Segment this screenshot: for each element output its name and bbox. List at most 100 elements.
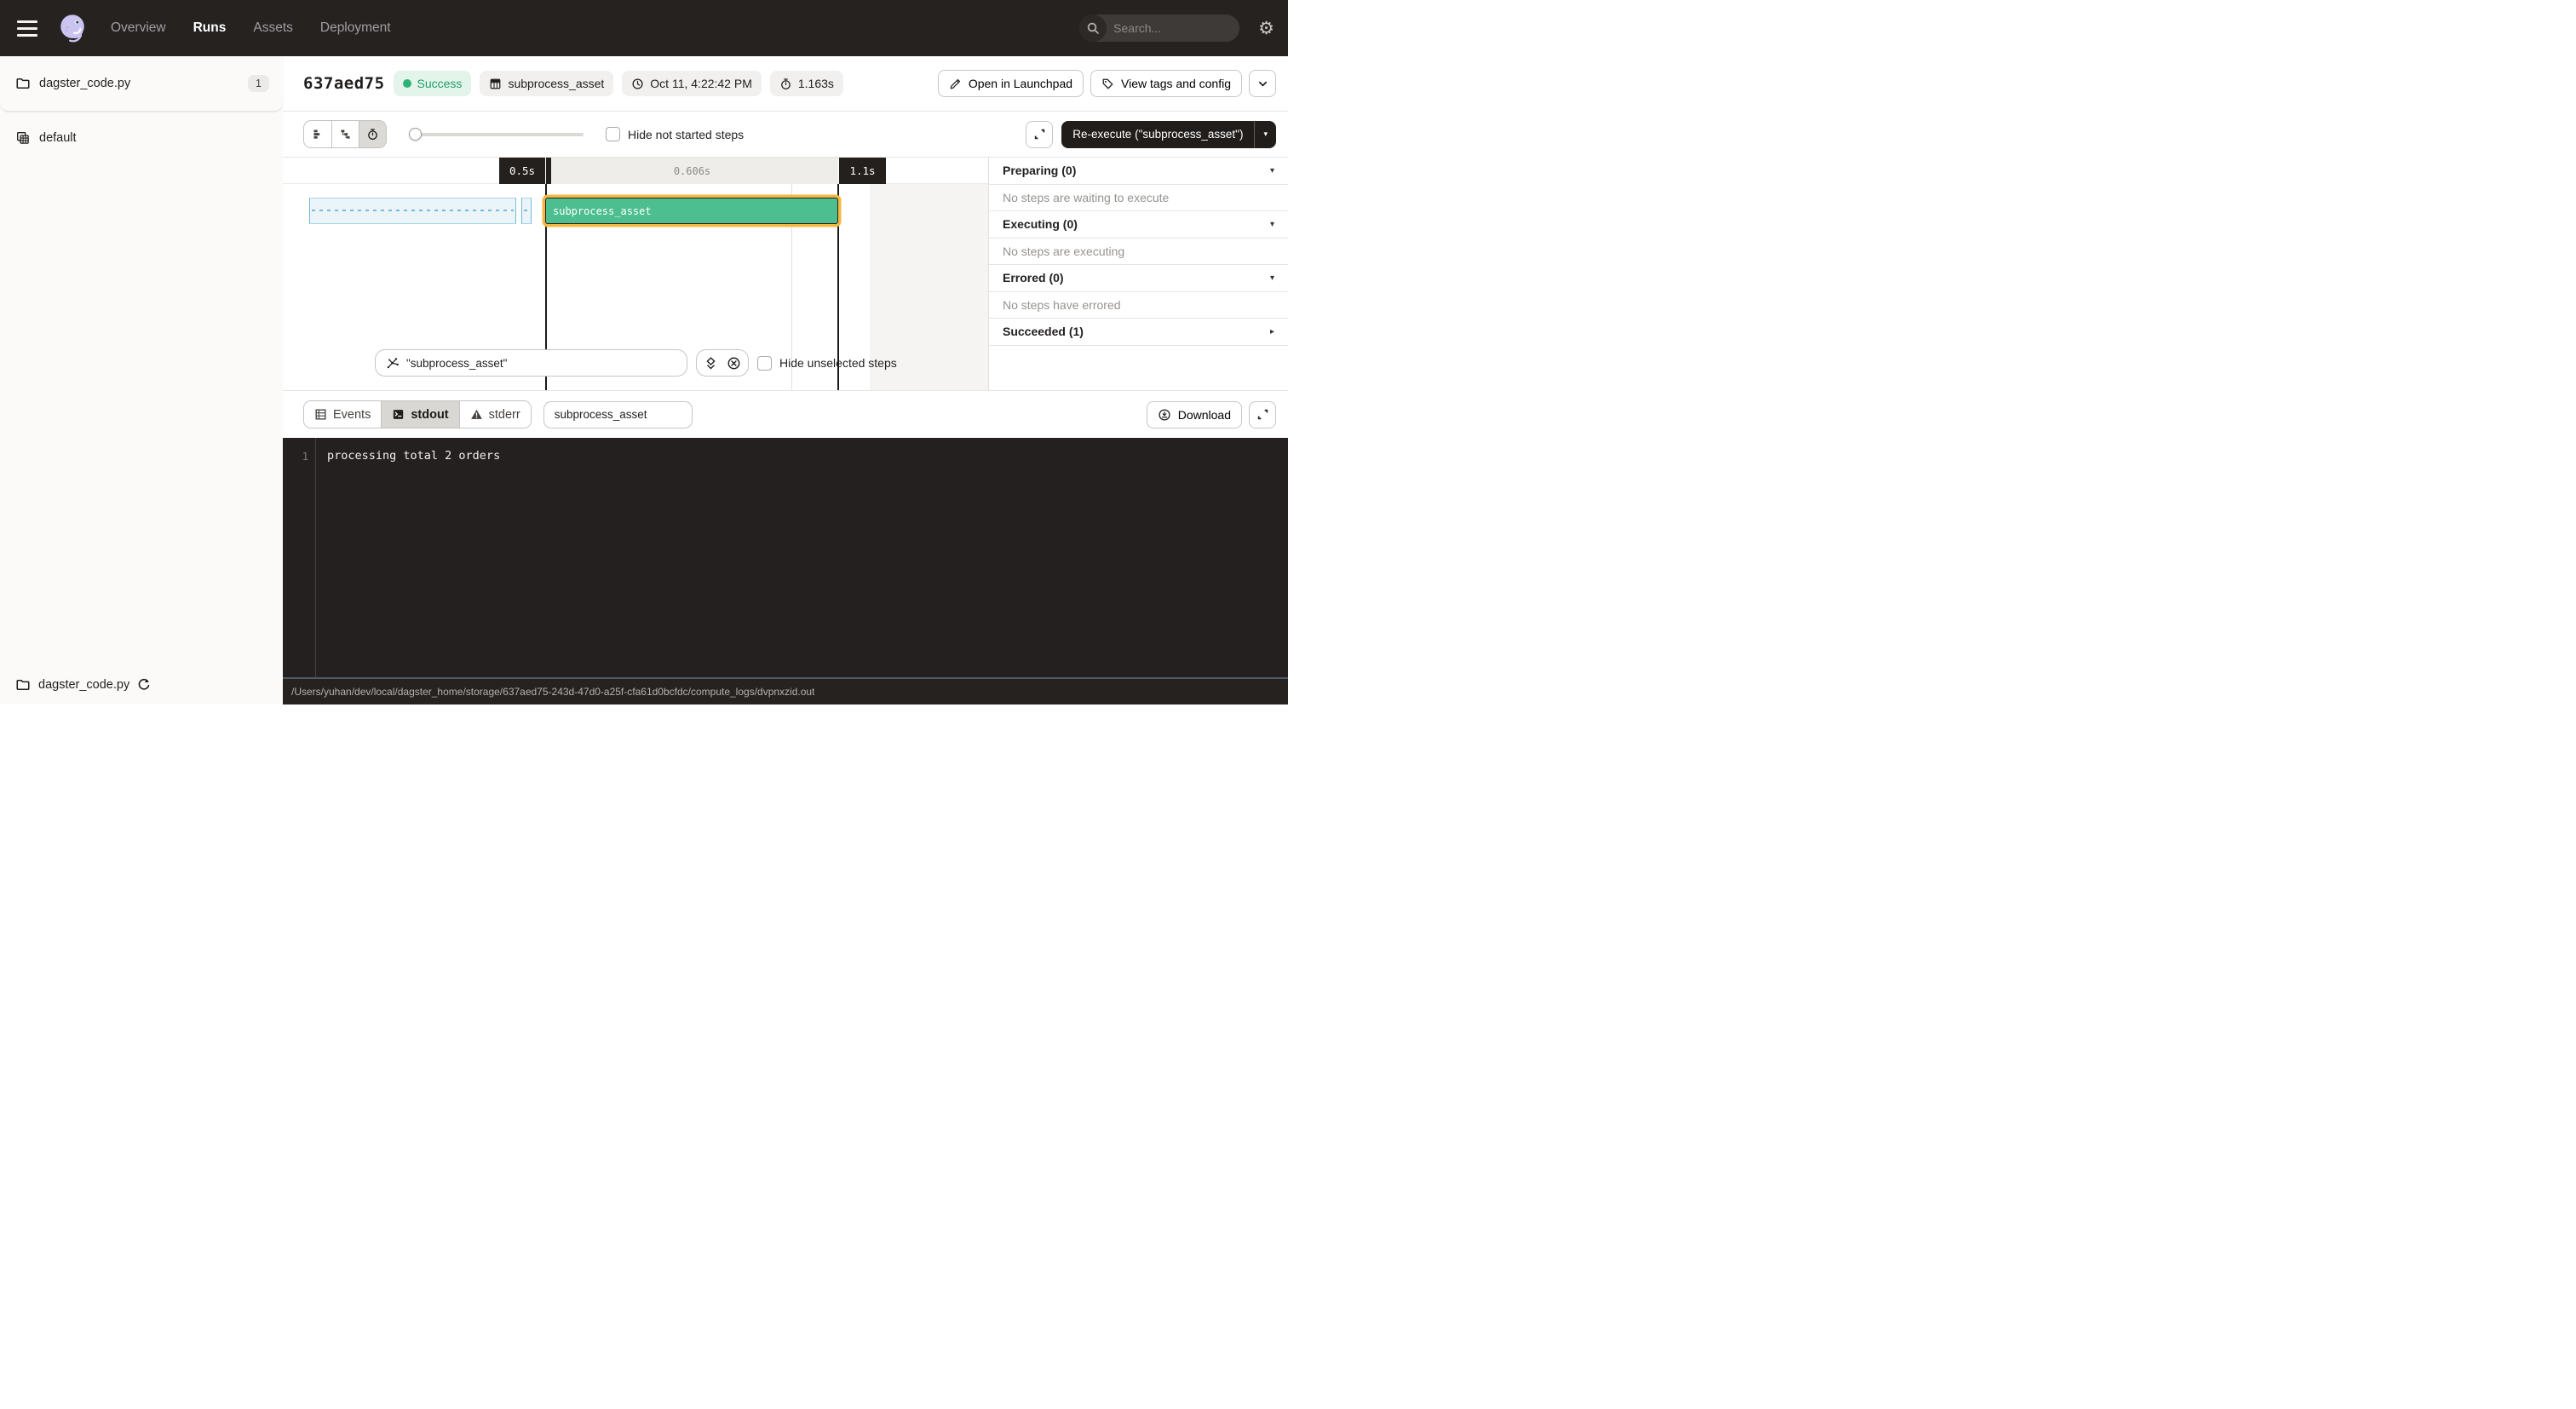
waterfall-view-icon xyxy=(339,128,352,141)
status-empty-executing: No steps are executing xyxy=(989,239,1288,266)
step-bar-subprocess-asset[interactable]: subprocess_asset xyxy=(545,198,838,224)
nav-item-runs[interactable]: Runs xyxy=(193,20,227,36)
header-more-button[interactable] xyxy=(1249,70,1276,97)
clear-filter-icon[interactable] xyxy=(727,356,741,371)
gantt-chart: 0.606s 0.5s 1.1s subprocess_asset xyxy=(283,158,988,390)
op-selector-icon xyxy=(386,356,400,370)
log-fullscreen-button[interactable] xyxy=(1249,401,1276,428)
gantt-toolbar: Hide not started steps Re-execute ("subp… xyxy=(283,112,1288,158)
step-filter-query: "subprocess_asset" xyxy=(406,357,507,370)
sidebar-repo-item[interactable]: dagster_code.py 1 xyxy=(0,56,283,112)
hide-unselected-checkbox-row[interactable]: Hide unselected steps xyxy=(757,356,897,371)
slider-track xyxy=(409,133,584,136)
hide-not-started-checkbox-row[interactable]: Hide not started steps xyxy=(606,127,744,141)
log-step-select[interactable]: subprocess_asset xyxy=(543,401,693,428)
folder-icon xyxy=(15,677,31,693)
selected-duration-band: 0.606s xyxy=(546,158,838,184)
tab-stdout[interactable]: stdout xyxy=(381,401,458,428)
log-file-path: /Users/yuhan/dev/local/dagster_home/stor… xyxy=(291,686,814,698)
duration-chip: 1.163s xyxy=(770,71,843,96)
tick-label-left: 0.5s xyxy=(499,158,545,184)
sidebar-footer: dagster_code.py xyxy=(0,665,283,704)
hide-not-started-label: Hide not started steps xyxy=(628,128,744,141)
download-icon xyxy=(1158,408,1171,422)
repo-count-badge: 1 xyxy=(248,75,269,92)
tab-stderr[interactable]: stderr xyxy=(459,401,531,428)
sidebar: dagster_code.py 1 default dagster_code.p… xyxy=(0,56,283,704)
job-icon xyxy=(15,130,31,146)
hide-unselected-checkbox[interactable] xyxy=(757,356,772,371)
step-status-panel: Preparing (0)▾ No steps are waiting to e… xyxy=(988,158,1288,390)
reexecute-button[interactable]: Re-execute ("subprocess_asset") xyxy=(1061,121,1254,148)
caret-down-icon: ▾ xyxy=(1270,220,1274,229)
log-output[interactable]: 1 processing total 2 orders xyxy=(283,438,1288,677)
gear-icon[interactable]: ⚙ xyxy=(1258,20,1274,37)
asset-tag-chip[interactable]: subprocess_asset xyxy=(480,71,613,96)
flat-view-button[interactable] xyxy=(304,121,331,147)
graph-traversal-icon[interactable] xyxy=(704,356,718,371)
caret-down-icon: ▾ xyxy=(1270,166,1274,175)
filter-buttons xyxy=(696,349,749,377)
preparing-phase-bar xyxy=(309,198,516,224)
slider-knob[interactable] xyxy=(409,128,422,141)
step-filter-row: "subprocess_asset" Hide unselected steps xyxy=(375,349,897,377)
log-line-number: 1 xyxy=(283,451,308,463)
tick-label-right: 1.1s xyxy=(839,158,886,184)
waterfall-view-button[interactable] xyxy=(331,121,359,147)
clipped-tick xyxy=(546,158,551,184)
expand-icon xyxy=(1033,128,1046,141)
repo-name: dagster_code.py xyxy=(39,77,130,90)
nav-item-assets[interactable]: Assets xyxy=(253,20,293,36)
refresh-icon[interactable] xyxy=(137,678,151,692)
sidebar-job-default[interactable]: default xyxy=(0,125,283,151)
search-icon xyxy=(1079,14,1107,42)
hide-not-started-checkbox[interactable] xyxy=(606,127,620,141)
flat-view-icon xyxy=(312,128,325,141)
stopwatch-icon xyxy=(779,78,792,90)
dagster-logo-icon[interactable] xyxy=(56,12,89,44)
footer-file-name: dagster_code.py xyxy=(38,678,129,692)
caret-right-icon: ▸ xyxy=(1270,327,1274,336)
download-button[interactable]: Download xyxy=(1147,401,1242,428)
reexecute-split-button: Re-execute ("subprocess_asset") ▾ xyxy=(1061,121,1276,148)
gantt-time-axis: 0.606s 0.5s 1.1s xyxy=(283,158,988,184)
hamburger-menu-icon[interactable] xyxy=(17,15,43,41)
tag-icon xyxy=(1101,78,1114,90)
gutter-divider xyxy=(315,438,316,677)
timestamp-chip: Oct 11, 4:22:42 PM xyxy=(622,71,762,96)
nav-item-deployment[interactable]: Deployment xyxy=(320,20,391,36)
log-line-text: processing total 2 orders xyxy=(327,449,500,463)
log-path-bar: /Users/yuhan/dev/local/dagster_home/stor… xyxy=(283,677,1288,704)
top-nav: Overview Runs Assets Deployment / ⚙ xyxy=(0,0,1288,56)
view-mode-segmented-control xyxy=(303,120,387,148)
status-section-preparing[interactable]: Preparing (0)▾ xyxy=(989,158,1288,185)
status-empty-errored: No steps have errored xyxy=(989,292,1288,319)
caret-down-icon: ▾ xyxy=(1270,273,1274,283)
nav-item-overview[interactable]: Overview xyxy=(111,20,166,36)
asset-grid-icon xyxy=(489,78,502,90)
search-box[interactable]: / xyxy=(1079,14,1239,42)
run-id: 637aed75 xyxy=(303,74,385,93)
job-name: default xyxy=(39,131,77,145)
tab-events[interactable]: Events xyxy=(304,401,381,428)
pencil-icon xyxy=(949,78,962,90)
open-launchpad-button[interactable]: Open in Launchpad xyxy=(938,70,1084,97)
run-header: 637aed75 Success subprocess_asset Oct 11… xyxy=(283,56,1288,112)
gantt-fullscreen-button[interactable] xyxy=(1026,121,1053,148)
expand-icon xyxy=(1256,408,1269,421)
clock-icon xyxy=(631,78,644,90)
gantt-step-row: subprocess_asset xyxy=(283,198,988,224)
chevron-down-icon xyxy=(1257,78,1268,89)
search-input[interactable] xyxy=(1107,21,1239,35)
status-section-succeeded[interactable]: Succeeded (1)▸ xyxy=(989,319,1288,346)
timed-view-button[interactable] xyxy=(359,121,386,147)
reexecute-dropdown-button[interactable]: ▾ xyxy=(1254,121,1276,148)
log-section-header: Events stdout stderr subprocess_asset Do… xyxy=(283,390,1288,438)
status-empty-preparing: No steps are waiting to execute xyxy=(989,185,1288,212)
zoom-slider[interactable] xyxy=(409,121,584,147)
view-tags-config-button[interactable]: View tags and config xyxy=(1090,70,1242,97)
status-section-errored[interactable]: Errored (0)▾ xyxy=(989,265,1288,292)
step-filter-input[interactable]: "subprocess_asset" xyxy=(375,349,687,377)
status-section-executing[interactable]: Executing (0)▾ xyxy=(989,211,1288,239)
folder-icon xyxy=(15,76,31,91)
